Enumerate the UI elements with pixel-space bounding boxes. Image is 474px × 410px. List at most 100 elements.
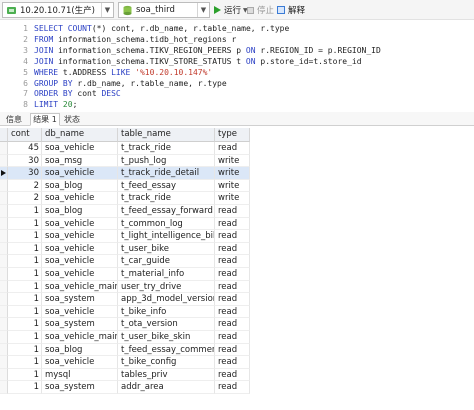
cell-cont[interactable]: 1	[8, 217, 42, 231]
editor-line[interactable]: 7 ORDER BY cont DESC	[0, 89, 474, 99]
cell-cont[interactable]: 2	[8, 179, 42, 193]
editor-line[interactable]: 8 LIMIT 20;	[0, 100, 474, 110]
cell-db-name[interactable]: soa_vehicle	[42, 142, 118, 155]
column-header-cont[interactable]: cont	[8, 128, 42, 142]
cell-cont[interactable]: 1	[8, 293, 42, 306]
cell-table-name[interactable]: app_3d_model_version	[118, 293, 215, 306]
row-indicator[interactable]	[0, 356, 8, 369]
editor-line[interactable]: 1 SELECT COUNT(*) cont, r.db_name, r.tabl…	[0, 24, 474, 34]
table-row[interactable]: 45 soa_vehicle t_track_ride read	[0, 142, 250, 155]
table-row[interactable]: 1 soa_blog t_feed_essay_forward read	[0, 205, 250, 218]
table-row[interactable]: 30 soa_vehicle t_track_ride_detail write	[0, 167, 250, 180]
row-indicator[interactable]	[0, 230, 8, 243]
tab-info[interactable]: 信息	[4, 113, 24, 126]
cell-cont[interactable]: 1	[8, 230, 42, 243]
cell-cont[interactable]: 30	[8, 154, 42, 168]
column-header-table-name[interactable]: table_name	[118, 128, 215, 142]
cell-db-name[interactable]: soa_vehicle	[42, 242, 118, 256]
cell-db-name[interactable]: soa_vehicle	[42, 192, 118, 205]
table-row[interactable]: 1soa_vehicle_maintairuser_try_driveread	[0, 280, 250, 294]
cell-table-name[interactable]: t_bike_config	[118, 356, 215, 369]
table-row[interactable]: 2 soa_vehicle t_track_ride write	[0, 192, 250, 205]
table-row[interactable]: 1soa_vehicle_maintairt_user_bike_skinrea…	[0, 331, 250, 344]
cell-table-name[interactable]: t_track_ride	[118, 142, 215, 155]
row-indicator[interactable]	[0, 305, 8, 319]
table-row[interactable]: 1 soa_vehicle t_user_bike read	[0, 242, 250, 256]
row-indicator[interactable]	[0, 280, 8, 294]
cell-type[interactable]: read	[215, 331, 250, 344]
cell-table-name[interactable]: t_track_ride	[118, 192, 215, 205]
editor-line[interactable]: 3 JOIN information_schema.TIKV_REGION_PEE…	[0, 46, 474, 56]
table-row[interactable]: 1 soa_system app_3d_model_version read	[0, 293, 250, 306]
cell-table-name[interactable]: t_ota_version	[118, 318, 215, 331]
cell-cont[interactable]: 1	[8, 318, 42, 331]
editor-line[interactable]: 6 GROUP BY r.db_name, r.table_name, r.typ…	[0, 79, 474, 89]
row-indicator[interactable]	[0, 318, 8, 331]
row-indicator[interactable]	[0, 217, 8, 231]
cell-type[interactable]: read	[215, 343, 250, 357]
cell-table-name[interactable]: t_light_intelligence_bike_l	[118, 230, 215, 243]
row-indicator[interactable]	[0, 268, 8, 281]
chevron-down-icon[interactable]: ▼	[101, 3, 113, 17]
cell-cont[interactable]: 1	[8, 356, 42, 369]
cell-type[interactable]: write	[215, 192, 250, 205]
cell-db-name[interactable]: soa_system	[42, 293, 118, 306]
cell-cont[interactable]: 1	[8, 368, 42, 382]
cell-db-name[interactable]: soa_system	[42, 381, 118, 394]
cell-cont[interactable]: 1	[8, 381, 42, 394]
cell-type[interactable]: read	[215, 280, 250, 294]
table-row[interactable]: 1 soa_vehicle t_common_log read	[0, 217, 250, 231]
cell-cont[interactable]: 1	[8, 305, 42, 319]
cell-table-name[interactable]: t_user_bike	[118, 242, 215, 256]
table-row[interactable]: 2 soa_blog t_feed_essay write	[0, 179, 250, 193]
cell-cont[interactable]: 1	[8, 268, 42, 281]
cell-db-name[interactable]: soa_vehicle	[42, 217, 118, 231]
cell-type[interactable]: read	[215, 217, 250, 231]
cell-db-name[interactable]: soa_vehicle	[42, 268, 118, 281]
row-indicator[interactable]	[0, 343, 8, 357]
table-row[interactable]: 1 soa_vehicle t_bike_info read	[0, 305, 250, 319]
cell-cont[interactable]: 1	[8, 343, 42, 357]
row-indicator[interactable]	[0, 205, 8, 218]
cell-type[interactable]: read	[215, 368, 250, 382]
cell-table-name[interactable]: tables_priv	[118, 368, 215, 382]
table-row[interactable]: 1soa_blogt_feed_essay_comment_reread	[0, 343, 250, 357]
row-indicator[interactable]	[0, 381, 8, 394]
cell-type[interactable]: read	[215, 293, 250, 306]
row-indicator[interactable]	[0, 255, 8, 268]
cell-table-name[interactable]: t_common_log	[118, 217, 215, 231]
table-row[interactable]: 1soa_vehiclet_light_intelligence_bike_lr…	[0, 230, 250, 243]
table-row[interactable]: 1 mysql tables_priv read	[0, 368, 250, 382]
cell-table-name[interactable]: t_feed_essay	[118, 179, 215, 193]
cell-type[interactable]: read	[215, 381, 250, 394]
cell-db-name[interactable]: soa_vehicle	[42, 305, 118, 319]
cell-cont[interactable]: 45	[8, 142, 42, 155]
cell-db-name[interactable]: soa_vehicle	[42, 356, 118, 369]
row-indicator[interactable]	[0, 368, 8, 382]
cell-type[interactable]: write	[215, 179, 250, 193]
row-indicator[interactable]	[0, 142, 8, 155]
database-select[interactable]: soa_third ▼	[118, 2, 210, 18]
stop-button[interactable]: 停止	[247, 3, 274, 17]
column-header-db-name[interactable]: db_name	[42, 128, 118, 142]
cell-table-name[interactable]: t_car_guide	[118, 255, 215, 268]
cell-type[interactable]: read	[215, 356, 250, 369]
cell-db-name[interactable]: soa_blog	[42, 343, 118, 357]
row-indicator[interactable]	[0, 293, 8, 306]
cell-db-name[interactable]: soa_system	[42, 318, 118, 331]
cell-cont[interactable]: 1	[8, 205, 42, 218]
cell-db-name[interactable]: soa_vehicle_maintair	[42, 331, 118, 344]
cell-db-name[interactable]: mysql	[42, 368, 118, 382]
cell-table-name[interactable]: addr_area	[118, 381, 215, 394]
cell-table-name[interactable]: t_feed_essay_comment_re	[118, 343, 215, 357]
cell-type[interactable]: read	[215, 142, 250, 155]
cell-type[interactable]: read	[215, 318, 250, 331]
cell-table-name[interactable]: user_try_drive	[118, 280, 215, 294]
table-row[interactable]: 1 soa_vehicle t_material_info read	[0, 268, 250, 281]
cell-cont[interactable]: 1	[8, 242, 42, 256]
tab-result-1[interactable]: 结果 1	[30, 113, 60, 126]
row-indicator[interactable]	[0, 154, 8, 168]
cell-db-name[interactable]: soa_vehicle	[42, 255, 118, 268]
table-row[interactable]: 1 soa_vehicle t_bike_config read	[0, 356, 250, 369]
sql-editor[interactable]: 1 SELECT COUNT(*) cont, r.db_name, r.tabl…	[0, 21, 474, 109]
